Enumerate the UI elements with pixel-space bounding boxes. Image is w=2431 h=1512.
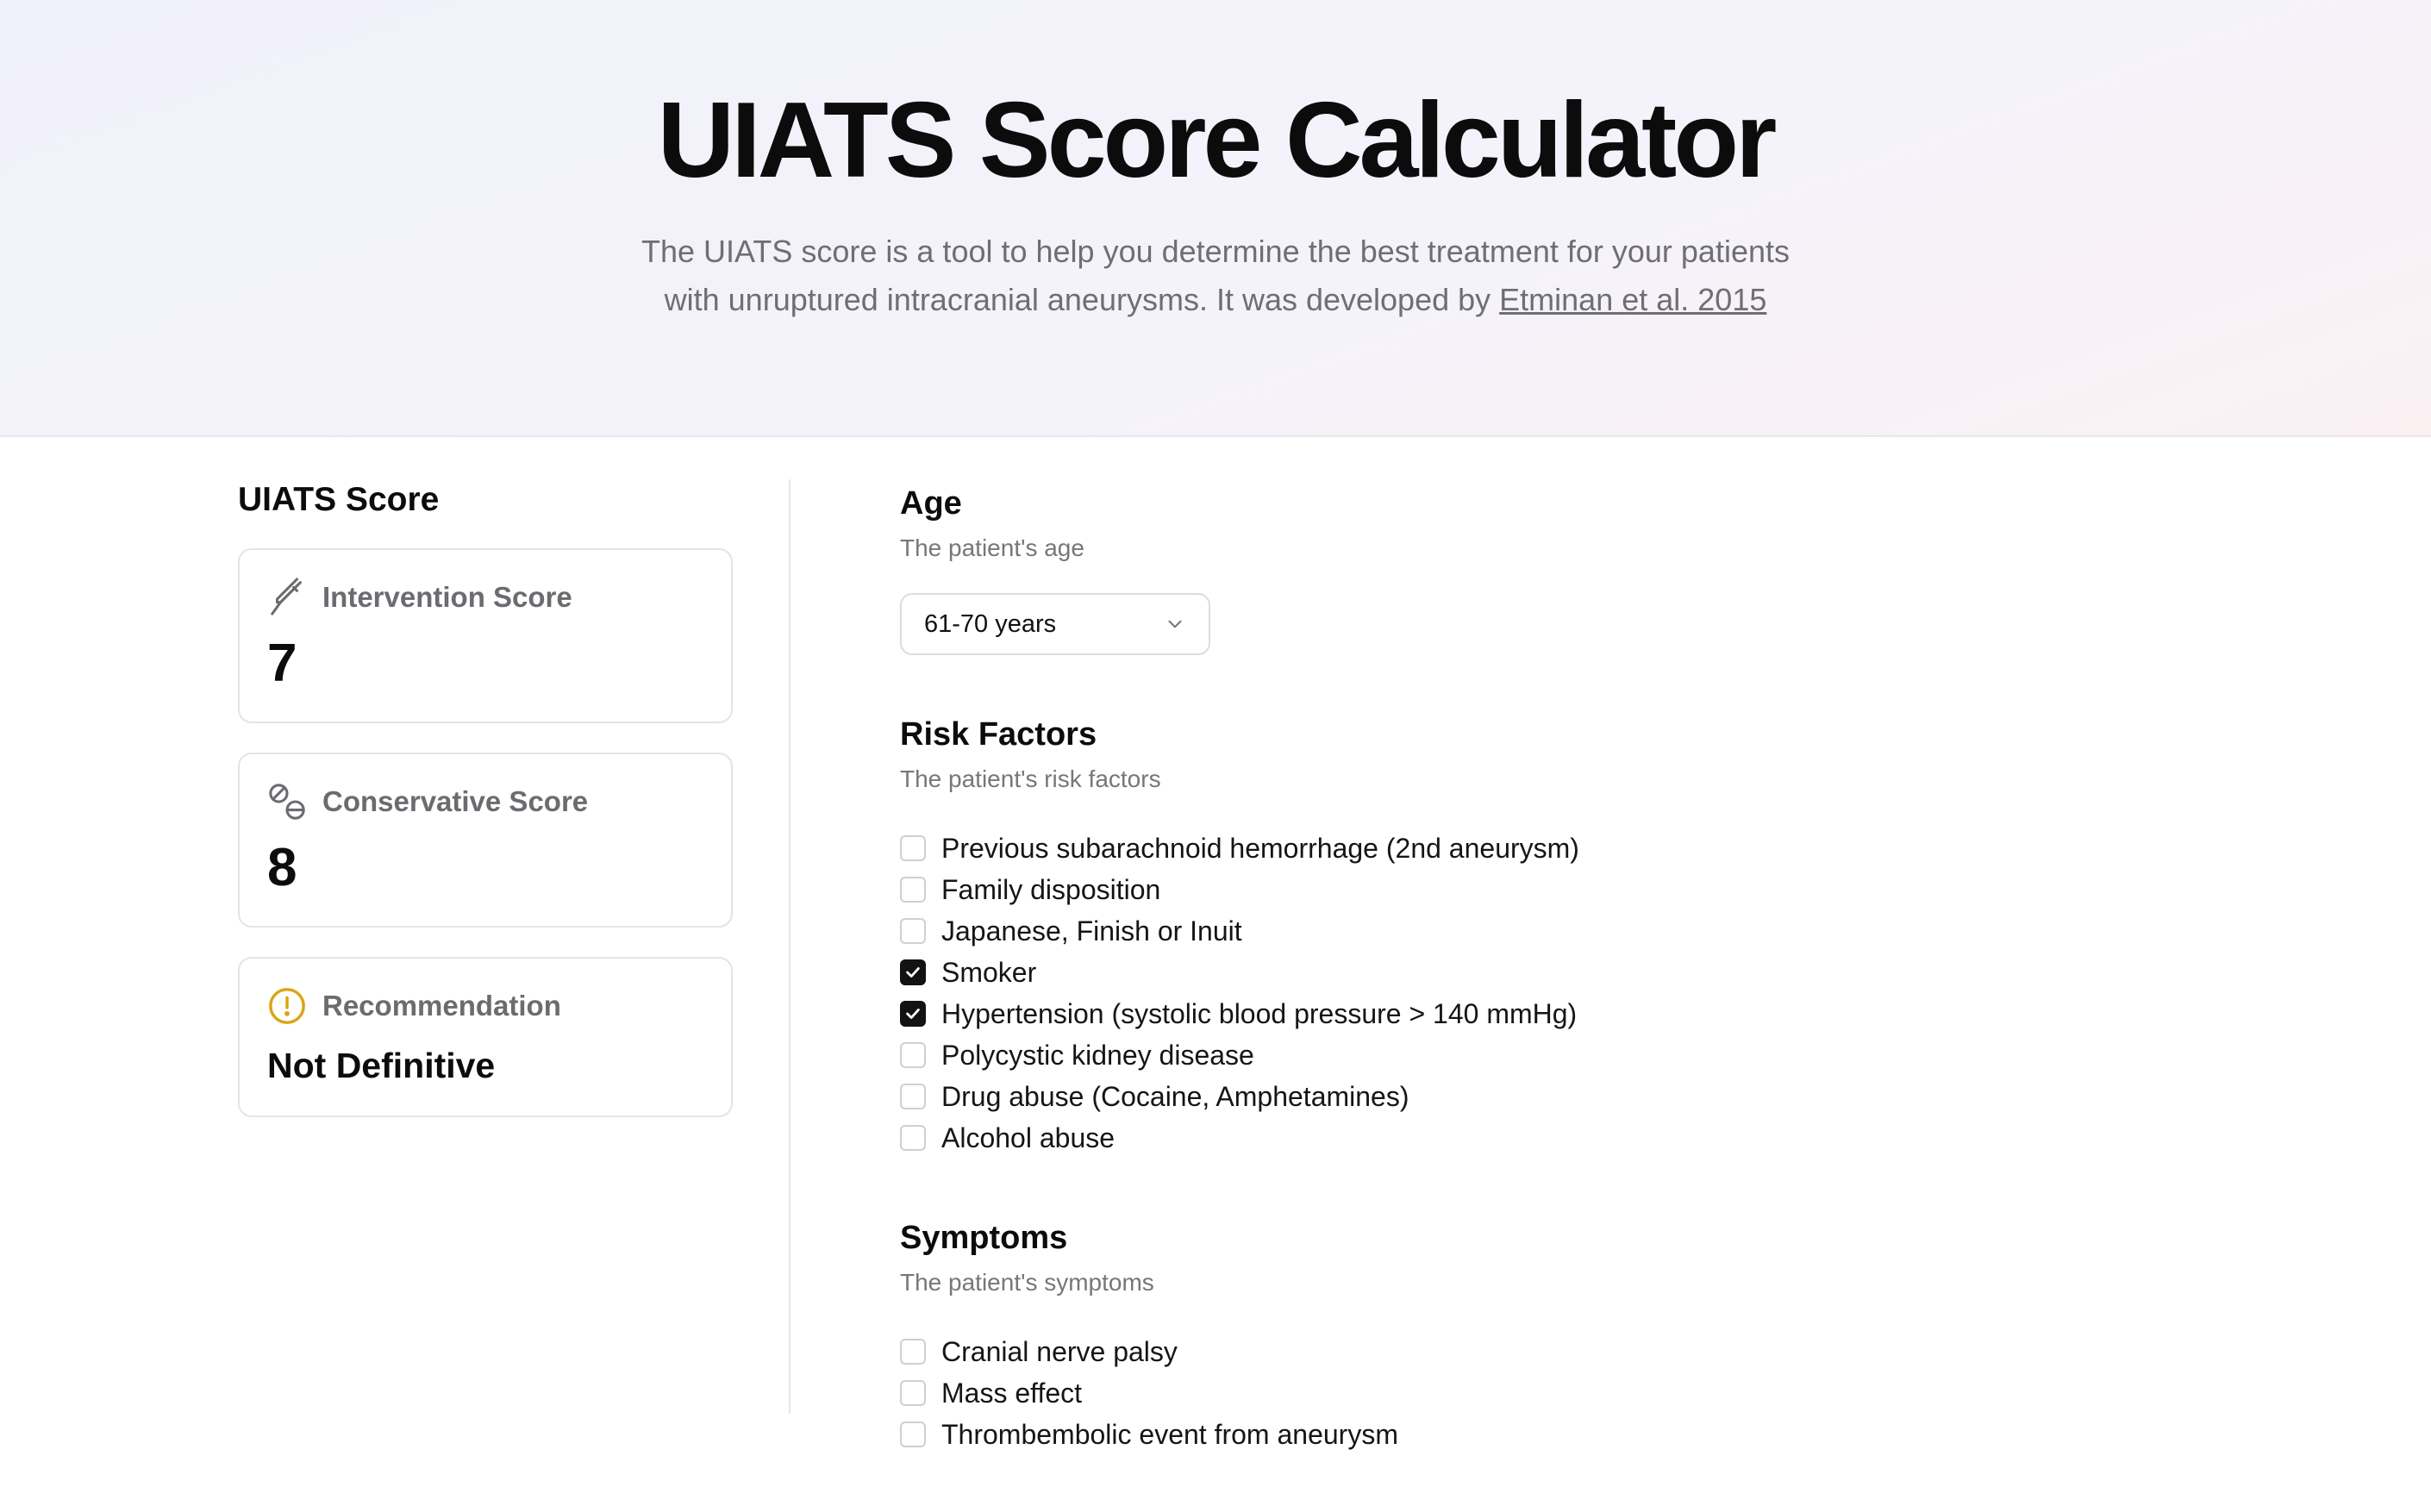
recommendation-value: Not Definitive: [267, 1046, 496, 1085]
column-divider: [789, 479, 791, 1414]
checkbox-thrombembolic-event-from-aneurysm[interactable]: Thrombembolic event from aneurysm: [900, 1414, 1934, 1455]
conservative-score-label: Conservative Score: [322, 785, 589, 817]
checkbox-label: Previous subarachnoid hemorrhage (2nd an…: [941, 832, 1579, 864]
checkbox-label: Thrombembolic event from aneurysm: [941, 1418, 1398, 1450]
check-icon: [906, 1009, 920, 1019]
chevron-down-icon: [1168, 620, 1182, 628]
page-title: UIATS Score Calculator: [657, 81, 1778, 200]
conservative-score-value: 8: [267, 838, 297, 897]
checkbox-unchecked[interactable]: [900, 1125, 926, 1151]
checkbox-unchecked[interactable]: [900, 1421, 926, 1447]
risk-factors-title: Risk Factors: [900, 716, 1097, 753]
risk-factors-section: Risk Factors The patient's risk factors …: [900, 712, 1934, 1159]
recommendation-label: Recommendation: [322, 990, 561, 1022]
checkbox-drug-abuse-cocaine-amphetamines[interactable]: Drug abuse (Cocaine, Amphetamines): [900, 1076, 1934, 1117]
alert-circle-icon: [269, 988, 305, 1024]
intervention-score-card: Intervention Score 7: [238, 548, 733, 723]
scalpel-icon: [271, 578, 302, 615]
subtitle-line2: with unruptured intracranial aneurysms. …: [664, 282, 1500, 317]
checkbox-label: Family disposition: [941, 873, 1161, 905]
checkbox-label: Alcohol abuse: [941, 1122, 1116, 1153]
checkbox-unchecked[interactable]: [900, 835, 926, 861]
checkbox-label: Japanese, Finish or Inuit: [941, 915, 1242, 947]
checkbox-checked[interactable]: [900, 1001, 926, 1027]
symptoms-list: Cranial nerve palsy Mass effect Thrombembo…: [900, 1331, 1934, 1455]
checkbox-mass-effect[interactable]: Mass effect: [900, 1372, 1934, 1414]
score-panel-title: UIATS Score: [238, 481, 440, 518]
checkbox-label: Mass effect: [941, 1377, 1083, 1409]
checkbox-label: Smoker: [941, 956, 1037, 988]
hero-header: UIATS Score Calculator The UIATS score i…: [0, 0, 2431, 437]
checkbox-alcohol-abuse[interactable]: Alcohol abuse: [900, 1117, 1934, 1159]
checkbox-family-disposition[interactable]: Family disposition: [900, 869, 1934, 910]
checkbox-previous-subarachnoid-hemorrhage-2nd-aneurysm[interactable]: Previous subarachnoid hemorrhage (2nd an…: [900, 828, 1934, 869]
age-select-value: 61-70 years: [924, 609, 1057, 638]
conservative-score-card: Conservative Score 8: [238, 753, 733, 928]
checkbox-unchecked[interactable]: [900, 1042, 926, 1068]
age-select[interactable]: 61-70 years: [900, 593, 1210, 655]
risk-factors-description: The patient's risk factors: [900, 765, 1161, 792]
recommendation-card: Recommendation Not Definitive: [238, 957, 733, 1117]
citation-link[interactable]: Etminan et al. 2015: [1499, 282, 1766, 317]
checkbox-checked[interactable]: [900, 959, 926, 985]
checkbox-polycystic-kidney-disease[interactable]: Polycystic kidney disease: [900, 1034, 1934, 1076]
checkbox-unchecked[interactable]: [900, 1380, 926, 1406]
checkbox-unchecked[interactable]: [900, 1339, 926, 1365]
checkbox-japanese-finish-or-inuit[interactable]: Japanese, Finish or Inuit: [900, 910, 1934, 952]
age-title: Age: [900, 485, 962, 522]
checkbox-unchecked[interactable]: [900, 918, 926, 944]
checkbox-label: Cranial nerve palsy: [941, 1335, 1178, 1367]
intervention-score-label: Intervention Score: [322, 581, 572, 613]
symptoms-description: The patient's symptoms: [900, 1269, 1154, 1296]
checkbox-label: Polycystic kidney disease: [941, 1039, 1254, 1071]
checkbox-unchecked[interactable]: [900, 877, 926, 903]
symptoms-title: Symptoms: [900, 1220, 1068, 1256]
input-form: Age The patient's age 61-70 years Risk F…: [900, 481, 1934, 1512]
checkbox-unchecked[interactable]: [900, 1084, 926, 1109]
score-panel: UIATS Score Intervention Score 7 Conserv…: [238, 481, 733, 1146]
intervention-score-value: 7: [267, 634, 297, 693]
checkbox-label: Hypertension (systolic blood pressure > …: [941, 997, 1578, 1029]
symptoms-section: Symptoms The patient's symptoms Cranial …: [900, 1215, 1934, 1455]
checkbox-hypertension-systolic-blood-pressure-140-mmhg[interactable]: Hypertension (systolic blood pressure > …: [900, 993, 1934, 1034]
checkbox-smoker[interactable]: Smoker: [900, 952, 1934, 993]
checkbox-label: Drug abuse (Cocaine, Amphetamines): [941, 1080, 1409, 1112]
pills-icon: [269, 784, 305, 820]
age-section: Age The patient's age 61-70 years: [900, 481, 1934, 655]
age-description: The patient's age: [900, 534, 1084, 561]
checkbox-cranial-nerve-palsy[interactable]: Cranial nerve palsy: [900, 1331, 1934, 1372]
page-subtitle: The UIATS score is a tool to help you de…: [0, 228, 2431, 324]
check-icon: [906, 967, 920, 978]
risk-factors-list: Previous subarachnoid hemorrhage (2nd an…: [900, 828, 1934, 1159]
subtitle-line1: The UIATS score is a tool to help you de…: [641, 234, 1790, 269]
